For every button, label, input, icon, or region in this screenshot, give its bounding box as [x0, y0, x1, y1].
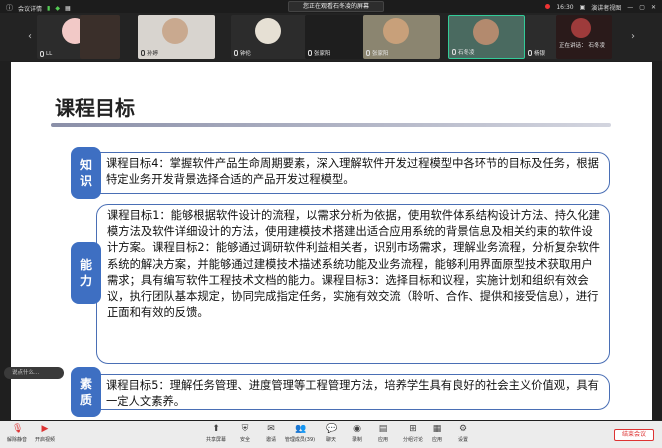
badge-label: 能力 [79, 258, 92, 288]
participant-strip: ‹ LL 孙婷 钟伦 张家阳 张家阳 石冬凌 杨银 正在讲话： 石冬凌 › [0, 13, 662, 61]
shared-slide: 课程目标 课程目标4：掌握软件产品生命周期要素，深入理解软件开发过程模型中各环节… [11, 62, 652, 420]
badge-label: 素质 [79, 377, 92, 407]
security-label: 安全 [239, 437, 250, 443]
info-icon[interactable]: ⓘ [6, 3, 13, 13]
participant-name: LL [46, 51, 53, 57]
record-icon: ◉ [353, 424, 361, 434]
speaking-name: 石冬凌 [588, 43, 606, 49]
apps-label: 应用 [377, 437, 388, 443]
bottom-toolbar: 🎙 解除静音 ▶ 开启视频 ⬆ 共享屏幕 ⛨ 安全 ✉ 邀请 👥 管理成员(39) 💬 聊天 … [0, 421, 662, 448]
section-quality-badge: 素质 [71, 367, 101, 417]
section-knowledge-box: 课程目标4：掌握软件产品生命周期要素，深入理解软件开发过程模型中各环节的目标及任… [87, 152, 610, 194]
participant-tile[interactable]: 钟伦 [231, 15, 308, 59]
mic-icon [308, 50, 312, 56]
avatar [255, 18, 281, 44]
participant-name: 张家阳 [314, 51, 331, 57]
clock-time: 16:30 [556, 4, 574, 11]
section-quality-box: 课程目标5：理解任务管理、进度管理等工程管理方法，培养学生具有良好的社会主义价值… [87, 374, 610, 410]
invite-label: 邀请 [265, 437, 276, 443]
manage-members-label: 管理成员(39) [284, 437, 316, 443]
avatar [473, 19, 499, 45]
mic-icon [452, 49, 456, 55]
shield-icon: ⛨ [241, 424, 249, 434]
mic-icon [40, 51, 44, 57]
grid-icon: ▦ [432, 424, 442, 434]
settings-button[interactable]: ⚙ 设置 [446, 424, 480, 443]
presenter-view-button[interactable]: 演讲者视图 [591, 3, 621, 12]
avatar [162, 18, 188, 44]
record-indicator-icon [545, 4, 551, 11]
members-icon: 👥 [295, 424, 307, 434]
grid-icon[interactable]: ▦ [65, 5, 71, 12]
invite-icon: ✉ [267, 424, 275, 434]
gear-icon: ⚙ [458, 424, 468, 434]
view-icon: ▣ [579, 4, 586, 11]
unmute-label: 解除静音 [6, 437, 27, 443]
end-meeting-button[interactable]: 结束会议 [614, 429, 654, 441]
screen-share-notice: 您正在观看石冬凌的屏幕 [288, 1, 384, 12]
prev-page-icon[interactable]: ‹ [28, 31, 32, 42]
settings-label: 设置 [457, 437, 468, 443]
top-bar: ⓘ 会议详情 ▮ ◆ ▦ 您正在观看石冬凌的屏幕 16:30 ▣ 演讲者视图 —… [0, 0, 662, 13]
start-video-label: 开启视频 [34, 437, 55, 443]
meeting-details-label[interactable]: 会议详情 [18, 4, 42, 13]
participant-tile[interactable] [80, 15, 120, 59]
section-knowledge-badge: 知识 [71, 147, 101, 199]
mic-off-icon: 🎙 [12, 424, 24, 434]
apps2-label: 应用 [431, 437, 442, 443]
record-label: 录制 [351, 437, 362, 443]
avatar [571, 18, 591, 38]
participant-name: 钟伦 [240, 51, 252, 57]
avatar [383, 18, 409, 44]
mic-icon [234, 50, 238, 56]
start-video-button[interactable]: ▶ 开启视频 [28, 424, 62, 443]
mic-icon [141, 50, 145, 56]
chat-label: 聊天 [325, 437, 336, 443]
speaking-label: 正在讲话： [559, 43, 587, 49]
close-icon[interactable]: ✕ [651, 4, 656, 11]
breakout-icon: ⊞ [409, 424, 417, 434]
shield-icon: ◆ [55, 4, 60, 12]
signal-icon: ▮ [47, 4, 51, 12]
minimize-icon[interactable]: — [627, 4, 633, 11]
section-ability-badge: 能力 [71, 242, 101, 304]
section-ability-text: 课程目标1：能够根据软件设计的流程，以需求分析为依据，使用软件体系结构设计方法、… [107, 209, 600, 320]
mic-icon [528, 50, 532, 56]
section-knowledge-text: 课程目标4：掌握软件产品生命周期要素，深入理解软件开发过程模型中各环节的目标及任… [106, 157, 599, 187]
next-page-icon[interactable]: › [631, 31, 635, 42]
participant-tile[interactable]: 张家阳 [363, 15, 440, 59]
participant-name: 张家阳 [372, 51, 389, 57]
participant-name: 杨银 [534, 51, 546, 57]
badge-label: 知识 [79, 158, 92, 188]
participant-tile[interactable]: 石冬凌 [448, 15, 525, 59]
maximize-icon[interactable]: ▢ [639, 4, 645, 11]
participant-tile[interactable]: 正在讲话： 石冬凌 [556, 15, 612, 59]
apps-icon: ▤ [378, 424, 388, 434]
mic-icon [366, 50, 370, 56]
page-title: 课程目标 [55, 96, 135, 120]
participant-tile[interactable]: 孙婷 [138, 15, 215, 59]
chat-input[interactable]: 说点什么... [4, 367, 64, 379]
title-divider [51, 123, 611, 127]
participant-name: 石冬凌 [458, 50, 475, 56]
apps-button[interactable]: ▤ 应用 [366, 424, 400, 443]
camera-off-icon: ▶ [41, 424, 49, 434]
share-screen-icon: ⬆ [212, 424, 220, 434]
share-screen-label: 共享屏幕 [205, 437, 226, 443]
section-ability-box: 课程目标1：能够根据软件设计的流程，以需求分析为依据，使用软件体系结构设计方法、… [96, 204, 610, 364]
section-quality-text: 课程目标5：理解任务管理、进度管理等工程管理方法，培养学生具有良好的社会主义价值… [106, 379, 599, 409]
chat-icon: 💬 [326, 424, 338, 434]
participant-name: 孙婷 [147, 51, 159, 57]
